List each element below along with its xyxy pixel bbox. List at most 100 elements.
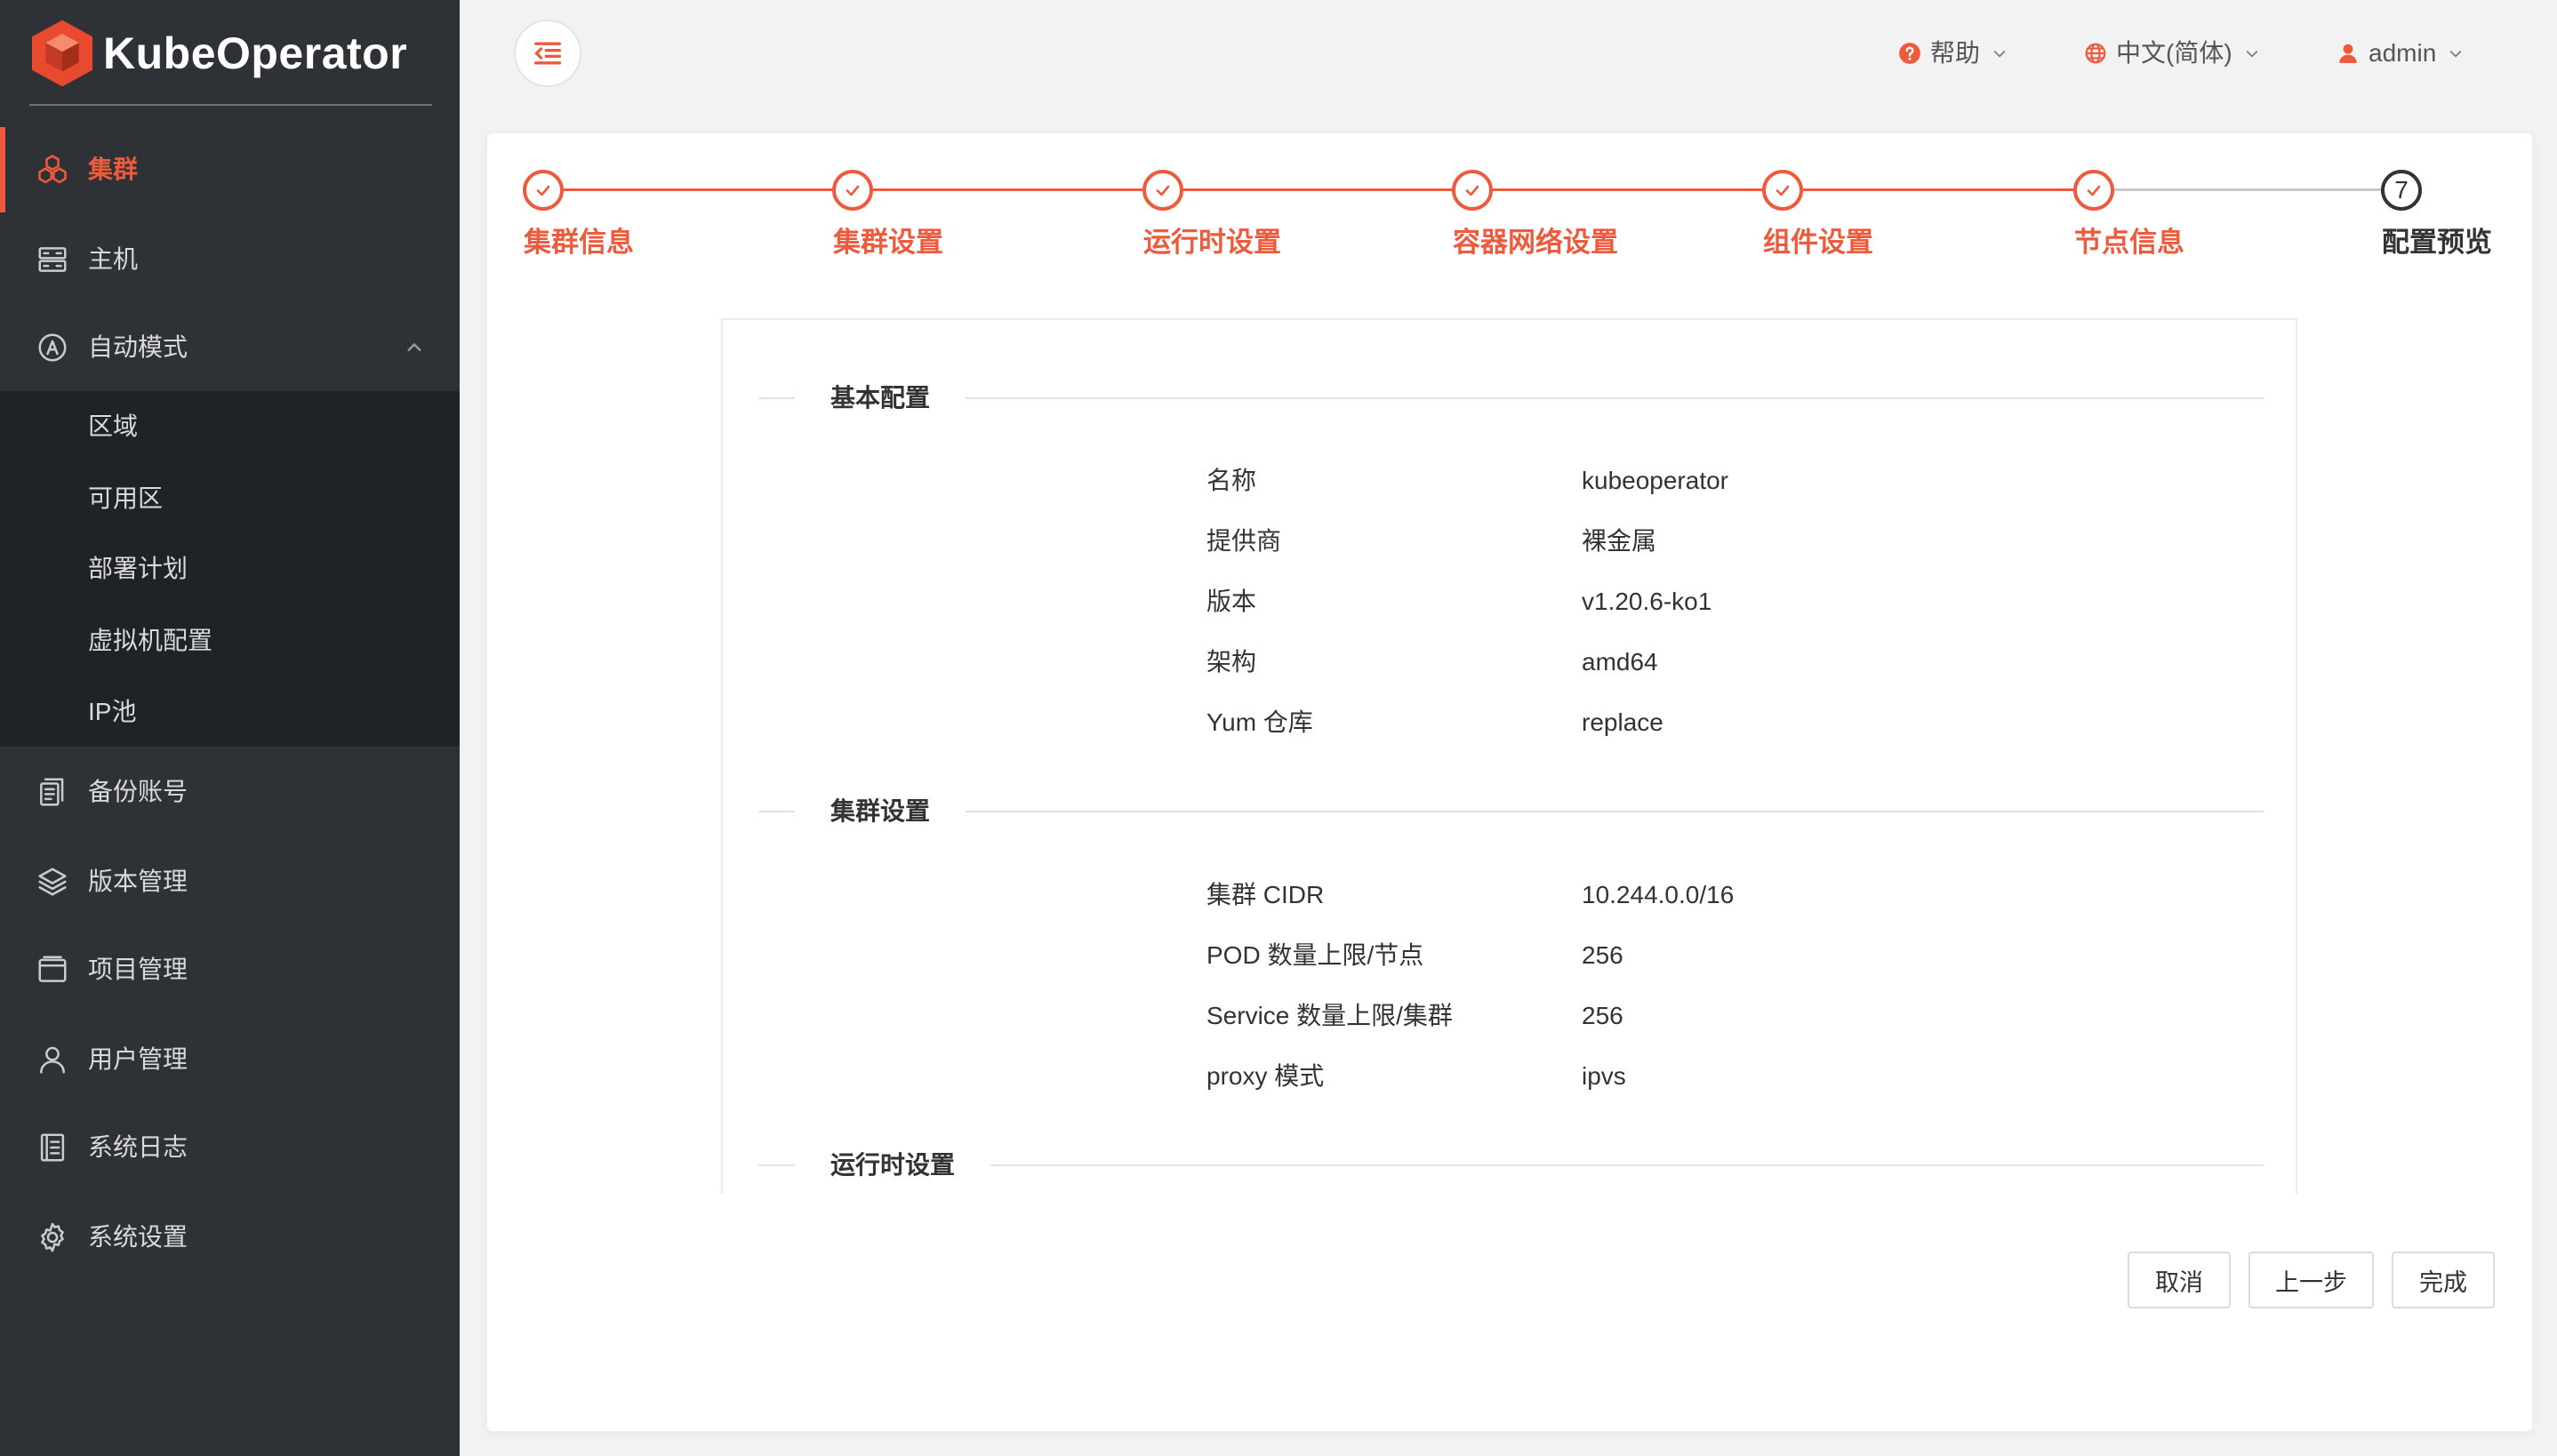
sidebar-item-system-settings[interactable]: 系统设置 (0, 1193, 460, 1282)
user-icon (35, 1042, 70, 1077)
sidebar-item-label: 用户管理 (88, 1045, 188, 1073)
sidebar-item-host[interactable]: 主机 (0, 215, 460, 304)
section-title: 集群设置 (795, 794, 966, 829)
sidebar-subitem-label: 部署计划 (88, 555, 188, 582)
auto-mode-submenu: 区域 可用区 部署计划 虚拟机配置 IP池 (0, 391, 460, 747)
sidebar-subitem-label: 区域 (88, 412, 139, 440)
chevron-down-icon (1991, 44, 2008, 62)
sidebar-subitem-region[interactable]: 区域 (0, 391, 460, 462)
step-label[interactable]: 节点信息 (2074, 225, 2184, 260)
preview-row-value: kubeoperator (1582, 467, 1729, 494)
chevron-down-icon (2243, 44, 2261, 62)
sidebar-item-project[interactable]: 项目管理 (0, 925, 460, 1014)
globe-icon (2084, 42, 2107, 65)
log-icon (35, 1130, 70, 1165)
check-icon (1465, 185, 1479, 196)
step-label[interactable]: 组件设置 (1763, 225, 1873, 260)
backup-account-icon (35, 774, 70, 810)
step-1-indicator[interactable] (523, 170, 564, 211)
cluster-icon (35, 152, 70, 188)
language-menu[interactable]: 中文(简体) (2084, 36, 2261, 71)
preview-row-label: 名称 (1206, 467, 1257, 494)
check-icon (2087, 185, 2101, 196)
config-preview-panel[interactable]: 基本配置 名称 kubeoperator 提供商 裸金属 版本 v1.20.6-… (721, 318, 2297, 1194)
step-5-indicator[interactable] (1762, 170, 1803, 211)
step-2-indicator[interactable] (832, 170, 873, 211)
logo-text: KubeOperator (103, 28, 408, 78)
sidebar-item-label: 集群 (88, 156, 139, 183)
sidebar-subitem-ip-pool[interactable]: IP池 (0, 676, 460, 748)
sidebar-item-label: 版本管理 (88, 868, 188, 895)
preview-row-value: replace (1582, 708, 1663, 736)
finish-button[interactable]: 完成 (2392, 1252, 2495, 1308)
step-label[interactable]: 运行时设置 (1143, 225, 1281, 260)
layers-icon (35, 864, 70, 900)
sidebar-item-label: 备份账号 (88, 778, 188, 805)
step-connector (1803, 188, 2073, 191)
kubeoperator-logo-icon (32, 20, 92, 87)
chevron-down-icon (2447, 44, 2465, 62)
step-label-current: 配置预览 (2382, 227, 2492, 258)
user-menu[interactable]: admin (2337, 36, 2465, 71)
preview-row-label: proxy 模式 (1206, 1062, 1325, 1090)
sidebar-toggle-button[interactable] (514, 20, 581, 87)
sidebar-item-label: 系统日志 (88, 1133, 188, 1161)
sidebar-item-version[interactable]: 版本管理 (0, 837, 460, 926)
check-icon (846, 185, 860, 196)
section-divider (758, 811, 2264, 812)
step-connector (564, 188, 832, 191)
sidebar-item-system-log[interactable]: 系统日志 (0, 1103, 460, 1192)
preview-row-label: 集群 CIDR (1206, 881, 1325, 908)
step-number: 7 (2394, 176, 2409, 204)
sidebar: KubeOperator 集群 主机 自动模式 区域 可用区 部署计划 虚拟机配… (0, 0, 460, 1456)
sidebar-item-user[interactable]: 用户管理 (0, 1015, 460, 1104)
sidebar-subitem-zone[interactable]: 可用区 (0, 463, 460, 534)
sidebar-subitem-deploy-plan[interactable]: 部署计划 (0, 533, 460, 604)
sidebar-item-label: 主机 (88, 245, 139, 273)
sidebar-item-label: 自动模式 (88, 333, 188, 361)
auto-mode-icon (35, 330, 70, 365)
previous-step-button[interactable]: 上一步 (2248, 1252, 2374, 1308)
step-connector (1493, 188, 1762, 191)
preview-row-label: 版本 (1206, 588, 1257, 615)
sidebar-item-label: 系统设置 (88, 1223, 188, 1251)
cluster-create-card: 7 集群信息 集群设置 运行时设置 容器网络设置 组件设置 节点信息 配置预览 … (487, 133, 2532, 1431)
language-label: 中文(简体) (2116, 39, 2232, 67)
step-label[interactable]: 集群信息 (524, 225, 634, 260)
project-icon (35, 952, 70, 988)
help-label: 帮助 (1930, 39, 1981, 67)
step-connector (1183, 188, 1452, 191)
sidebar-item-auto-mode[interactable]: 自动模式 (0, 303, 460, 392)
logo[interactable]: KubeOperator (32, 18, 407, 89)
preview-row-label: 架构 (1206, 648, 1257, 676)
user-avatar-icon (2337, 42, 2360, 65)
step-label[interactable]: 容器网络设置 (1453, 225, 1618, 260)
cancel-button[interactable]: 取消 (2128, 1252, 2231, 1308)
check-icon (536, 185, 550, 196)
preview-row-value: ipvs (1582, 1062, 1626, 1090)
sidebar-item-cluster[interactable]: 集群 (0, 125, 460, 214)
preview-row-value: v1.20.6-ko1 (1582, 588, 1712, 615)
preview-row-value: 10.244.0.0/16 (1582, 881, 1735, 908)
section-title: 运行时设置 (795, 1148, 991, 1183)
preview-row-value: 256 (1582, 941, 1623, 969)
menu-fold-icon (534, 42, 561, 65)
help-icon (1898, 42, 1921, 65)
sidebar-subitem-label: 虚拟机配置 (88, 627, 213, 654)
step-4-indicator[interactable] (1452, 170, 1493, 211)
sidebar-item-label: 项目管理 (88, 956, 188, 983)
gear-icon (35, 1220, 70, 1255)
step-6-indicator[interactable] (2073, 170, 2114, 211)
check-icon (1775, 185, 1790, 196)
server-icon (35, 242, 70, 277)
check-icon (1156, 185, 1170, 196)
step-3-indicator[interactable] (1142, 170, 1183, 211)
sidebar-item-backup-account[interactable]: 备份账号 (0, 748, 460, 836)
section-divider (758, 397, 2264, 399)
chevron-up-icon (402, 335, 427, 360)
help-menu[interactable]: 帮助 (1898, 36, 2008, 71)
step-label[interactable]: 集群设置 (833, 225, 943, 260)
sidebar-subitem-vm-config[interactable]: 虚拟机配置 (0, 605, 460, 676)
preview-row-label: POD 数量上限/节点 (1206, 941, 1424, 969)
preview-row-label: Yum 仓库 (1206, 708, 1313, 736)
